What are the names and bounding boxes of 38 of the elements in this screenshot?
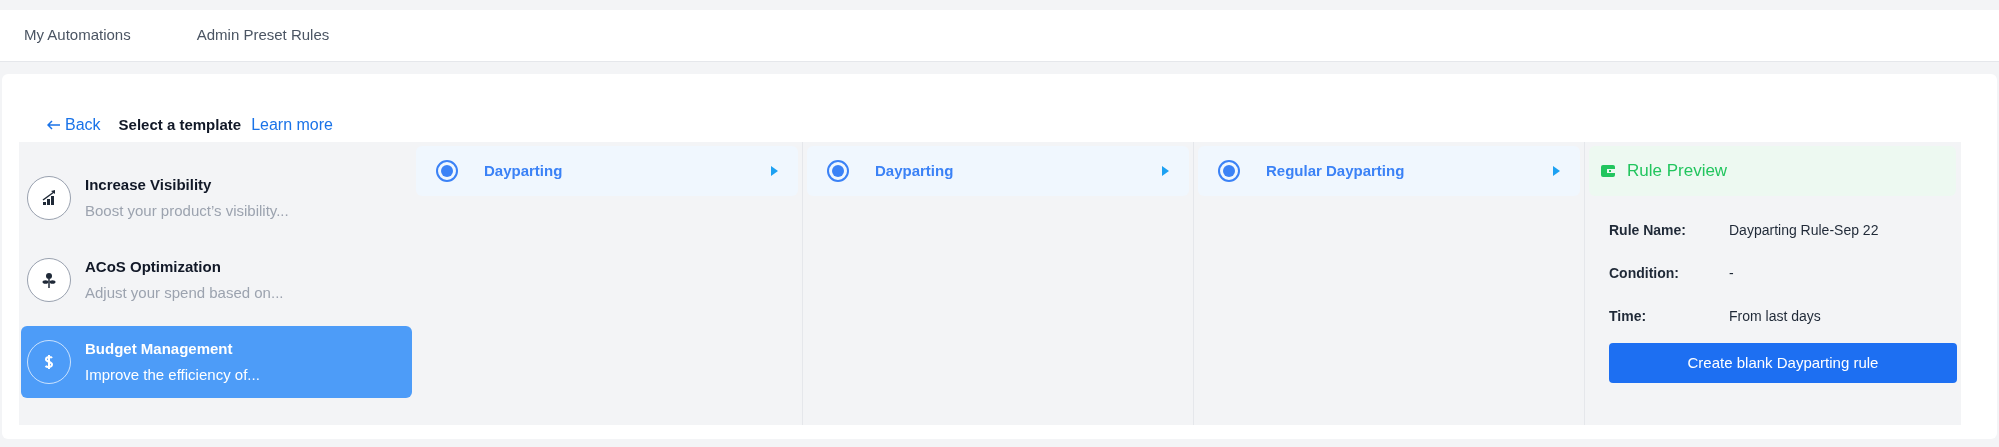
learn-more-link[interactable]: Learn more (251, 113, 333, 137)
tab[interactable]: My Automations (24, 10, 131, 61)
field-value: From last days (1729, 307, 1821, 326)
bar-chart-icon (27, 176, 71, 220)
option-item[interactable]: Regular Dayparting (1198, 146, 1580, 196)
radio-button[interactable] (827, 160, 849, 182)
template-title: Budget Management (85, 338, 234, 359)
caret-right-icon (771, 166, 778, 176)
back-arrow-icon (47, 120, 61, 130)
tab[interactable]: Admin Preset Rules (196, 10, 330, 61)
field-label: Rule Name: (1609, 221, 1688, 240)
field-value: Dayparting Rule-Sep 22 (1729, 221, 1879, 240)
field-value: - (1729, 264, 1734, 283)
option-label: Dayparting (875, 160, 955, 181)
back-link[interactable]: Back (47, 113, 101, 137)
template-item[interactable]: ACoS Optimization Adjust your spend based on... (21, 244, 412, 316)
page-heading: Select a template (118, 114, 242, 135)
radio-button[interactable] (436, 160, 458, 182)
wallet-icon (1601, 164, 1615, 178)
option-label: Regular Dayparting (1266, 160, 1406, 181)
template-description: Adjust your spend based on... (85, 283, 284, 303)
template-title: ACoS Optimization (85, 256, 222, 277)
field-label: Time: (1609, 307, 1648, 326)
radio-button[interactable] (1218, 160, 1240, 182)
create-rule-button[interactable]: Create blank Dayparting rule (1609, 343, 1957, 383)
template-description: Boost your product’s visibility... (85, 201, 289, 221)
template-description: Improve the efficiency of... (85, 365, 260, 385)
caret-right-icon (1553, 166, 1560, 176)
option-label: Dayparting (484, 160, 564, 181)
option-item[interactable]: Dayparting (807, 146, 1189, 196)
option-item[interactable]: Dayparting (416, 146, 798, 196)
template-item[interactable]: Increase Visibility Boost your product’s visibility... (21, 162, 412, 234)
caret-right-icon (1162, 166, 1169, 176)
plant-icon (27, 258, 71, 302)
preview-title: Rule Preview (1627, 160, 1728, 183)
field-label: Condition: (1609, 264, 1680, 283)
template-title: Increase Visibility (85, 174, 213, 195)
template-item[interactable]: Budget Management Improve the efficiency of... (21, 326, 412, 398)
